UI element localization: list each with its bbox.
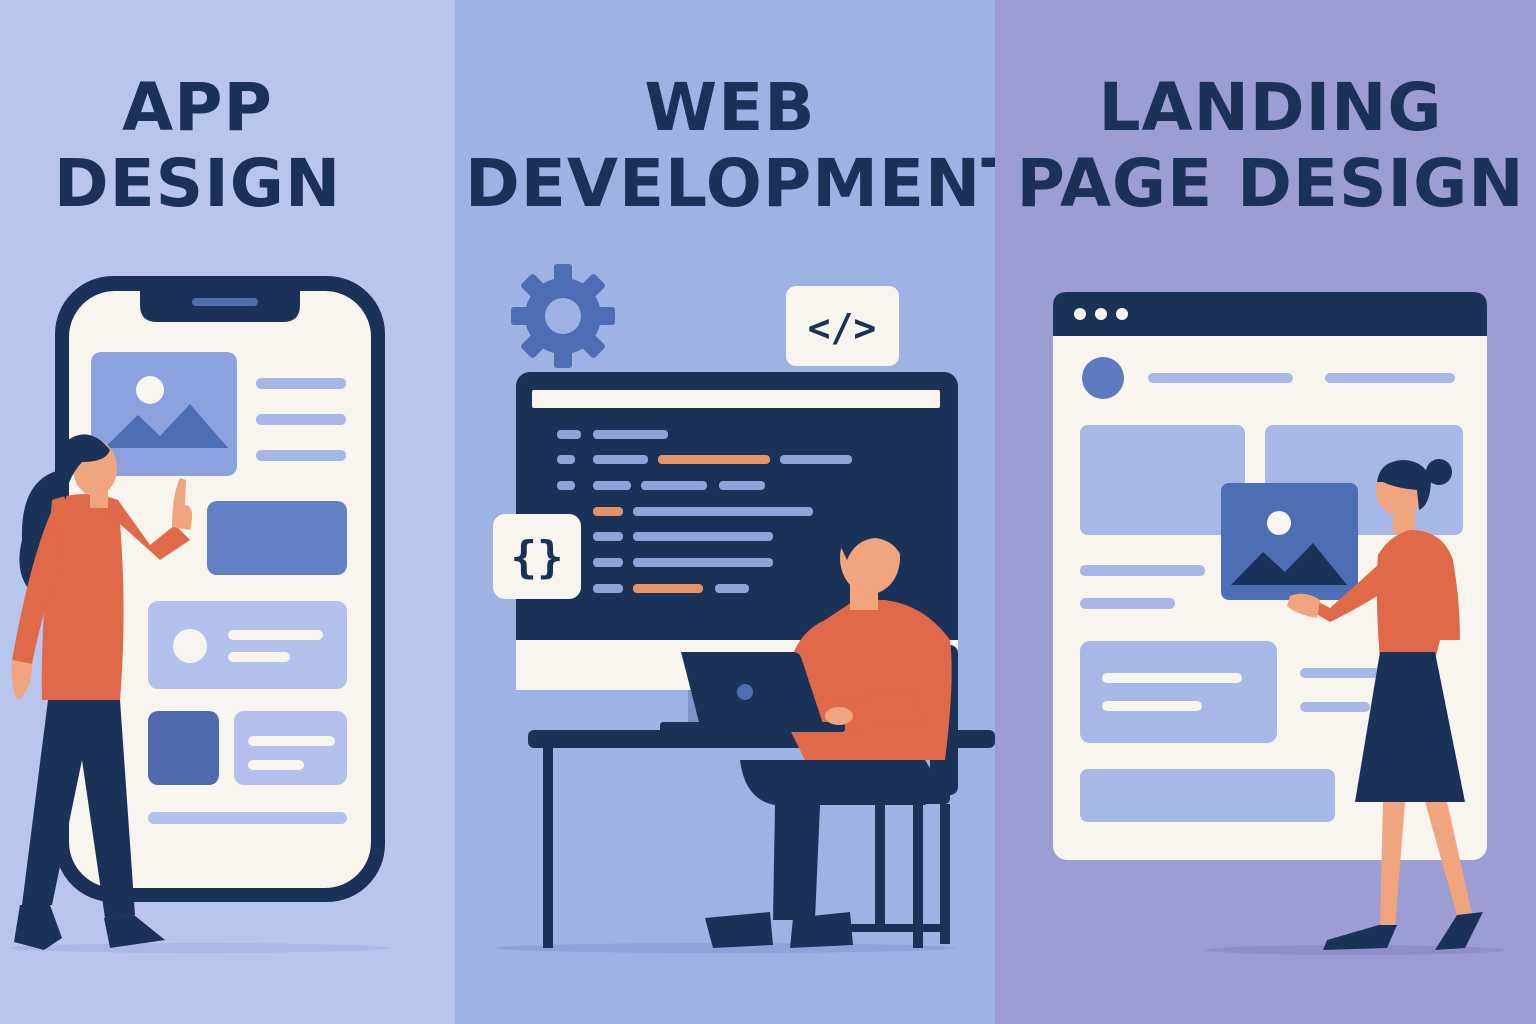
landing-page-illustration [1053,292,1505,955]
profile-card [148,601,347,689]
laptop-logo-icon [737,684,753,700]
content-block [1080,641,1277,743]
panel-landing-page-design: LANDING PAGE DESIGN [995,0,1536,1024]
gear-icon [511,264,615,368]
svg-text:</>: </> [808,306,877,350]
text-line [1080,565,1205,576]
button-block [207,501,347,575]
logo-circle [1082,357,1124,399]
nav-line [1325,373,1455,383]
text-line [1080,598,1175,609]
window-dot-icon [1074,308,1086,320]
window-dot-icon [1116,308,1128,320]
avatar [173,629,207,663]
content-card [234,711,347,785]
code-badge-icon: </> [786,286,899,366]
text-line [148,812,347,824]
panel-app-design: APP DESIGN [0,0,455,1024]
app-design-illustration [10,276,390,953]
ground-shadow [10,943,390,953]
web-development-illustration: </> {} [493,264,995,953]
image-placeholder-icon [1221,483,1358,600]
nav-line [1148,373,1293,383]
footer-block [1080,769,1335,822]
text-line [256,378,346,389]
phone-notch [140,291,300,322]
text-line [256,414,346,425]
text-line [256,450,346,461]
svg-text:{}: {} [511,532,564,583]
window-dot-icon [1095,308,1107,320]
square-block [148,711,219,785]
braces-badge-icon: {} [493,514,581,599]
panel-web-development: WEB DEVELOPMENT </> {} [455,0,995,1024]
hero-block [1080,425,1245,535]
